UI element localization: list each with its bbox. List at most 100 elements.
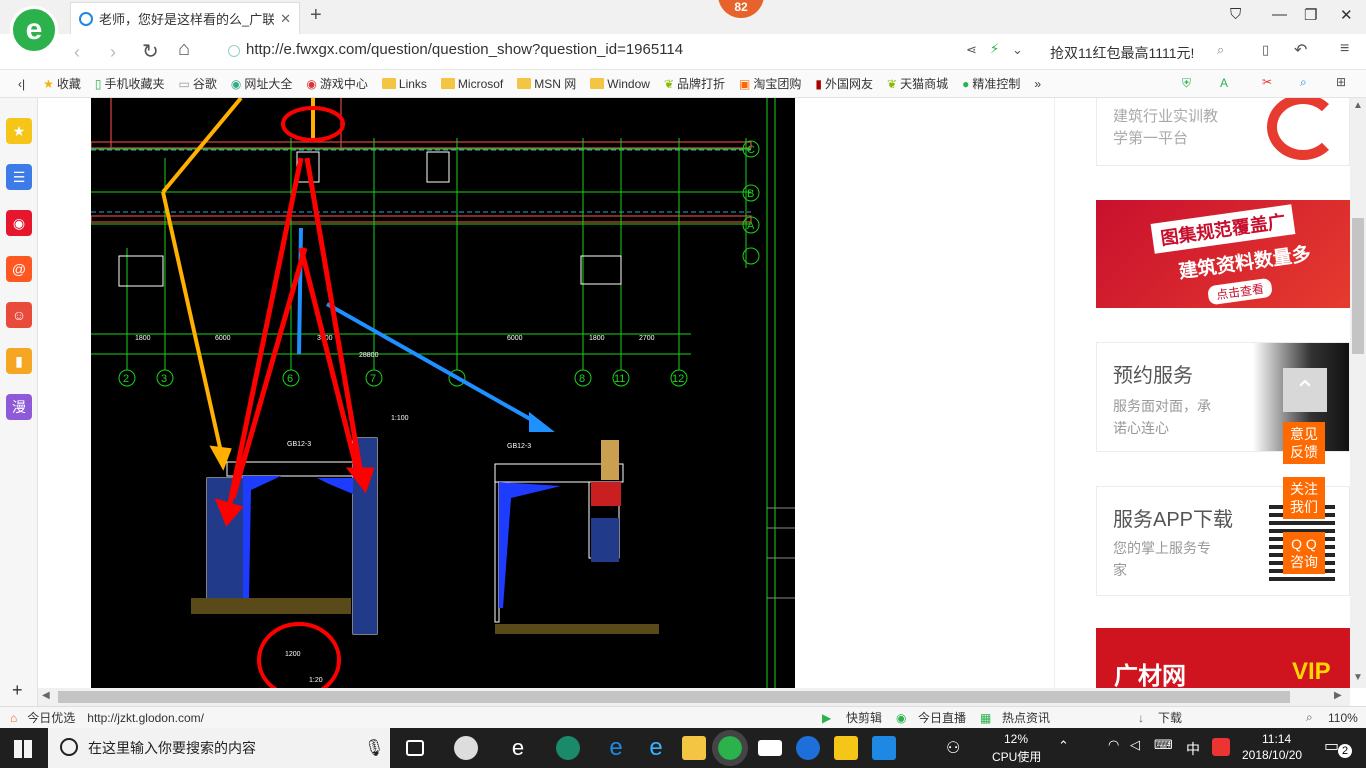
bookmark-item[interactable]: ❦ 品牌打折 [664, 75, 725, 92]
follow-button[interactable]: 关注 我们 [1283, 477, 1325, 519]
scroll-down-arrow[interactable]: ▼ [1353, 672, 1363, 683]
qq-button[interactable]: Q Q 咨询 [1283, 532, 1325, 574]
bookmark-item[interactable]: ◉ 网址大全 [231, 75, 293, 92]
undo-icon[interactable]: ↶ [1294, 40, 1307, 60]
status-item[interactable]: 今日直播 [918, 709, 966, 726]
bookmark-folder[interactable]: MSN 网 [517, 75, 576, 92]
network-icon[interactable]: ◠ [1108, 737, 1119, 753]
skin-icon[interactable]: ⛉ [1230, 6, 1241, 23]
bookmarks-collapse-icon[interactable]: ‹| [18, 77, 25, 91]
bookmark-folder[interactable]: Window [590, 77, 650, 91]
scroll-right-arrow[interactable]: ▶ [1334, 690, 1342, 701]
horizontal-scrollbar[interactable]: ◀ ▶ [38, 688, 1350, 706]
more-bookmarks-icon[interactable]: » [1034, 77, 1041, 91]
add-sidebar-button[interactable]: + [12, 680, 23, 701]
back-button[interactable]: ‹ [74, 42, 80, 63]
360-browser-icon[interactable] [556, 736, 580, 760]
volume-icon[interactable]: ◁ [1130, 737, 1140, 753]
notification-badge[interactable]: 82 [718, 0, 764, 18]
people-icon[interactable]: ⚇ [946, 738, 960, 758]
keyboard-icon[interactable]: ⌨ [1154, 737, 1173, 753]
browser-logo[interactable]: e [10, 6, 58, 54]
bookmark-item[interactable]: ▮ 外国网友 [815, 75, 873, 92]
bookmark-folder[interactable]: Links [381, 77, 427, 91]
microphone-icon[interactable]: 🎙 [364, 738, 384, 758]
bookmark-favorites[interactable]: ★ 收藏 [43, 75, 81, 92]
live-icon[interactable]: ◉ [896, 711, 906, 725]
close-window-button[interactable]: ✕ [1340, 6, 1353, 24]
refresh-button[interactable]: ↻ [142, 39, 159, 64]
gcw-banner[interactable]: 广材网 VIP [1096, 628, 1350, 688]
news-icon[interactable]: ☰ [6, 164, 32, 190]
zoom-icon[interactable]: ⌕ [1306, 710, 1313, 725]
book-icon[interactable]: ▮ [6, 348, 32, 374]
zoom-level[interactable]: 110% [1328, 711, 1358, 725]
weibo-icon[interactable]: ◉ [6, 210, 32, 236]
grid-icon[interactable]: ⊞ [1336, 75, 1346, 89]
feedback-button[interactable]: 意见 反馈 [1283, 422, 1325, 464]
taskbar-search-input[interactable]: 在这里输入你要搜索的内容 🎙 [48, 728, 390, 768]
pinwheel-icon[interactable] [454, 736, 478, 760]
bookmark-item[interactable]: ▣ 淘宝团购 [739, 75, 801, 92]
mail-icon[interactable]: @ [6, 256, 32, 282]
notes-icon[interactable] [834, 736, 858, 760]
status-item[interactable]: 热点资讯 [1002, 709, 1050, 726]
clock-time[interactable]: 11:14 [1262, 732, 1291, 746]
edge-icon[interactable]: e [604, 736, 628, 760]
video-icon[interactable]: ▶ [822, 711, 831, 725]
glodon-icon[interactable] [796, 736, 820, 760]
scroll-thumb[interactable] [1352, 218, 1364, 354]
tools-search-icon[interactable]: ⌕ [1300, 75, 1307, 90]
minimize-button[interactable]: — [1272, 6, 1287, 23]
scissors-icon[interactable]: ✂ [1262, 75, 1272, 89]
bolt-icon[interactable]: ⚡ [990, 41, 999, 57]
promo-text[interactable]: 抢双11红包最高1111元! [1050, 43, 1194, 63]
edge-browser-icon[interactable]: e [506, 736, 530, 760]
scroll-thumb[interactable] [58, 691, 1290, 703]
tray-arrow-icon[interactable]: ⌃ [1058, 738, 1069, 754]
gift-icon[interactable]: ⌂ [10, 711, 17, 725]
search-icon[interactable]: ⌕ [1217, 42, 1224, 58]
start-windows-icon[interactable] [14, 740, 32, 758]
restore-button[interactable]: ❐ [1304, 6, 1317, 24]
bookmark-item[interactable]: ● 精准控制 [962, 75, 1020, 92]
translate-icon[interactable]: A [1220, 76, 1228, 90]
bookmark-item[interactable]: ❦ 天猫商城 [887, 75, 948, 92]
bookmark-item[interactable]: ◉ 游戏中心 [306, 75, 368, 92]
notification-center-icon[interactable]: ▭ [1324, 736, 1339, 756]
vertical-scrollbar[interactable]: ▲ ▼ [1350, 98, 1366, 688]
status-left[interactable]: 今日优选 [27, 709, 75, 726]
share-icon[interactable]: ⋖ [966, 42, 977, 58]
clock-date[interactable]: 2018/10/20 [1242, 748, 1302, 762]
active-browser-icon[interactable] [712, 730, 748, 766]
scroll-left-arrow[interactable]: ◀ [42, 690, 50, 701]
task-view-icon[interactable] [406, 740, 424, 756]
status-item[interactable]: 快剪辑 [846, 709, 882, 726]
menu-icon[interactable]: ≡ [1340, 40, 1349, 58]
sogou-icon[interactable] [1212, 738, 1230, 756]
favorites-star-icon[interactable]: ★ [6, 118, 32, 144]
url-field[interactable]: http://e.fwxgx.com/question/question_sho… [246, 41, 683, 58]
atlas-banner[interactable]: 图集规范覆盖广 建筑资料数量多 点击查看 [1096, 200, 1350, 308]
dropdown-icon[interactable]: ⌄ [1012, 42, 1023, 58]
back-to-top-button[interactable]: ⌃ [1283, 368, 1327, 412]
app-icon[interactable] [872, 736, 896, 760]
game-icon[interactable]: ☺ [6, 302, 32, 328]
ime-indicator[interactable]: 中 [1186, 739, 1200, 759]
comic-icon[interactable]: 漫 [6, 394, 32, 420]
bookmark-item[interactable]: ▯ 手机收藏夹 [95, 75, 165, 92]
download-icon[interactable]: ↓ [1138, 711, 1144, 725]
close-tab-icon[interactable]: ✕ [280, 11, 291, 27]
mail-icon[interactable] [758, 740, 782, 756]
view-button[interactable]: 点击查看 [1206, 277, 1274, 306]
phone-icon[interactable]: ▯ [1262, 42, 1269, 58]
file-explorer-icon[interactable] [682, 736, 706, 760]
bookmark-folder[interactable]: Microsof [440, 77, 503, 91]
bookmark-item[interactable]: ▭ 谷歌 [179, 75, 217, 92]
training-card[interactable]: 建筑行业实训教 学第一平台 [1096, 98, 1350, 166]
status-item[interactable]: 下载 [1158, 709, 1182, 726]
ie-icon[interactable]: e [644, 736, 668, 760]
news-icon[interactable]: ▦ [980, 711, 991, 725]
shield-icon[interactable]: ⛨ [1182, 76, 1191, 91]
scroll-up-arrow[interactable]: ▲ [1353, 100, 1363, 111]
